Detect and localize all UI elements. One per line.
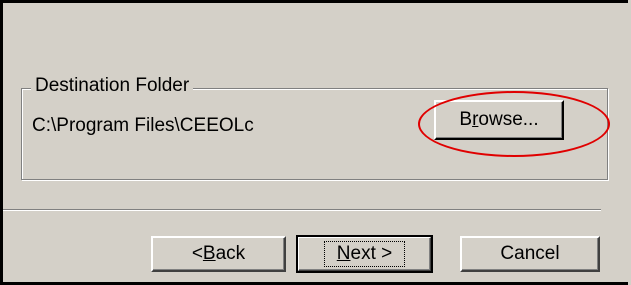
back-label-accel: B bbox=[202, 243, 216, 264]
destination-folder-label: Destination Folder bbox=[31, 74, 194, 98]
destination-path-text: C:\Program Files\CEEOLc bbox=[32, 115, 254, 136]
next-label-accel: N bbox=[336, 243, 351, 264]
next-button[interactable]: Next > bbox=[296, 235, 433, 273]
back-label-pre: < bbox=[191, 243, 203, 264]
separator-line bbox=[3, 209, 601, 211]
browse-label-post: owse... bbox=[478, 109, 539, 130]
back-button[interactable]: < Back bbox=[151, 236, 286, 272]
browse-button[interactable]: Br owse... bbox=[434, 100, 564, 140]
browse-label-pre: B bbox=[459, 109, 473, 130]
next-focus-rect: Next > bbox=[323, 241, 406, 267]
back-label-post: ack bbox=[215, 243, 246, 264]
cancel-button[interactable]: Cancel bbox=[460, 236, 600, 272]
next-label-post: ext > bbox=[350, 243, 393, 264]
